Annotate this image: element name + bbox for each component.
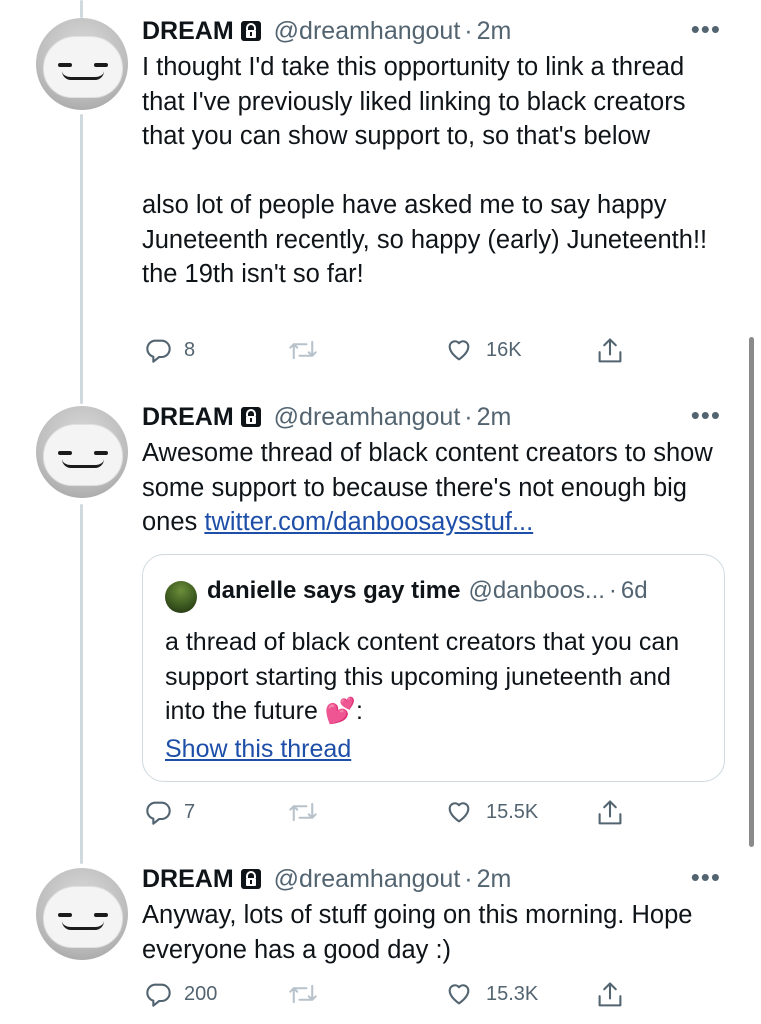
show-thread-link[interactable]: Show this thread [165, 735, 351, 764]
like-count: 16K [486, 338, 522, 361]
username[interactable]: @dreamhangout [274, 403, 461, 432]
tweet-text: I thought I'd take this opportunity to l… [142, 53, 708, 288]
reply-icon [146, 339, 171, 363]
tweet[interactable]: DREAM @dreamhangout · 2m ••• Anyway, lot… [0, 862, 761, 1024]
tweet-text: Anyway, lots of stuff going on this morn… [142, 901, 700, 964]
retweet-icon [289, 984, 317, 1004]
scrollbar[interactable] [749, 337, 754, 847]
quoted-timestamp[interactable]: 6d [621, 577, 648, 605]
quoted-username[interactable]: @danboos... [468, 577, 604, 605]
lock-icon [240, 20, 262, 42]
tweet-text: Awesome thread of black content creators… [142, 436, 732, 540]
like-button[interactable]: 15.3K [444, 980, 538, 1008]
tweet[interactable]: DREAM @dreamhangout · 2m ••• I thought I… [0, 0, 761, 400]
retweet-icon [289, 340, 317, 360]
share-button[interactable] [596, 798, 624, 828]
like-button[interactable]: 16K [444, 336, 522, 364]
lock-icon [240, 406, 262, 428]
avatar-face [43, 886, 123, 948]
separator-dot: · [464, 864, 473, 893]
like-count: 15.5K [486, 800, 539, 823]
reply-icon [146, 801, 171, 825]
retweet-button[interactable] [288, 980, 318, 1008]
separator-dot: · [608, 577, 617, 604]
more-options-icon[interactable]: ••• [691, 14, 721, 45]
share-icon [598, 800, 622, 825]
share-icon [598, 982, 622, 1007]
retweet-button[interactable] [288, 336, 318, 364]
retweet-icon [289, 802, 317, 822]
display-name[interactable]: DREAM [142, 865, 234, 894]
share-icon [598, 338, 622, 363]
avatar-face [43, 424, 123, 486]
separator-dot: · [464, 16, 473, 45]
more-options-icon[interactable]: ••• [691, 862, 721, 893]
reply-count: 200 [184, 982, 218, 1005]
username[interactable]: @dreamhangout [274, 17, 461, 46]
reply-count: 8 [184, 338, 196, 361]
reply-count: 7 [184, 800, 196, 823]
display-name[interactable]: DREAM [142, 403, 234, 432]
avatar[interactable] [36, 18, 128, 110]
like-count: 15.3K [486, 982, 539, 1005]
separator-dot: · [464, 402, 473, 431]
reply-button[interactable]: 8 [144, 336, 195, 364]
quoted-header: danielle says gay time @danboos... · 6d [207, 577, 648, 605]
tweet[interactable]: DREAM @dreamhangout · 2m ••• Awesome thr… [0, 400, 761, 860]
retweet-button[interactable] [288, 798, 318, 826]
display-name[interactable]: DREAM [142, 17, 234, 46]
share-button[interactable] [596, 980, 624, 1010]
quoted-display-name[interactable]: danielle says gay time [207, 577, 460, 605]
heart-icon [448, 802, 470, 823]
tweet-actions: 8 16K [142, 336, 642, 370]
heart-icon [448, 984, 470, 1005]
avatar-face [43, 36, 123, 98]
more-options-icon[interactable]: ••• [691, 400, 721, 431]
quoted-tweet[interactable]: danielle says gay time @danboos... · 6d … [142, 554, 725, 782]
tweet-actions: 200 15.3K [142, 980, 642, 1014]
heart-icon [448, 340, 470, 361]
timestamp[interactable]: 2m [477, 865, 512, 894]
lock-icon [240, 868, 262, 890]
reply-icon [146, 983, 171, 1007]
quoted-text-end: : [355, 697, 363, 725]
reply-button[interactable]: 200 [144, 980, 217, 1008]
like-button[interactable]: 15.5K [444, 798, 538, 826]
tweet-link[interactable]: twitter.com/danboosaysstuf... [204, 508, 533, 536]
tweet-header: DREAM @dreamhangout · 2m [142, 14, 511, 48]
tweet-actions: 7 15.5K [142, 798, 642, 832]
timestamp[interactable]: 2m [477, 17, 512, 46]
timestamp[interactable]: 2m [477, 403, 512, 432]
quoted-text-main: a thread of black content creators that … [165, 628, 687, 725]
quoted-avatar[interactable] [165, 581, 197, 613]
two-hearts-emoji: 💕 [324, 697, 356, 725]
quoted-text: a thread of black content creators that … [165, 625, 705, 729]
avatar[interactable] [36, 406, 128, 498]
tweet-header: DREAM @dreamhangout · 2m [142, 862, 511, 896]
avatar[interactable] [36, 868, 128, 960]
tweet-header: DREAM @dreamhangout · 2m [142, 400, 511, 434]
reply-button[interactable]: 7 [144, 798, 195, 826]
share-button[interactable] [596, 336, 624, 366]
username[interactable]: @dreamhangout [274, 865, 461, 894]
